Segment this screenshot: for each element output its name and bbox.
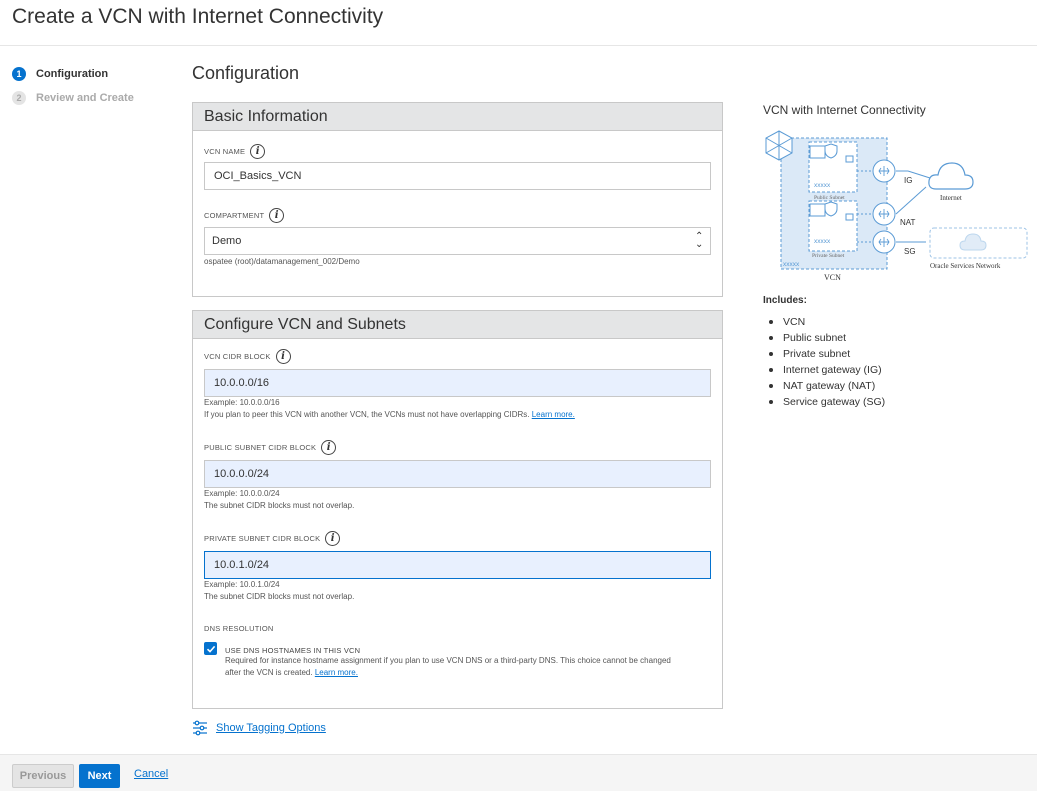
- label-text: COMPARTMENT: [204, 211, 265, 220]
- public-subnet-example: Example: 10.0.0.0/24: [204, 489, 280, 498]
- vcn-cidr-example: Example: 10.0.0.0/16: [204, 398, 280, 407]
- vcn-diagram: xxxxx Public Subnet xxxxx Private Subnet…: [765, 130, 1028, 282]
- list-item: NAT gateway (NAT): [769, 378, 885, 394]
- page-header: Create a VCN with Internet Connectivity: [0, 0, 1037, 46]
- public-subnet-help: The subnet CIDR blocks must not overlap.: [204, 501, 355, 510]
- dns-help-line-1: Required for instance hostname assignmen…: [225, 656, 671, 665]
- dns-help-line-2: after the VCN is created. Learn more.: [225, 668, 358, 677]
- nat-label: NAT: [900, 218, 916, 227]
- includes-title: Includes:: [763, 295, 807, 306]
- basic-information-panel: Basic Information VCN NAME i COMPARTMENT…: [192, 102, 723, 297]
- service-gateway-icon: [872, 230, 896, 254]
- ig-label: IG: [904, 176, 912, 185]
- dns-resolution-label: DNS RESOLUTION: [204, 624, 273, 633]
- internet-gateway-icon: [872, 159, 896, 183]
- info-icon[interactable]: i: [269, 208, 285, 223]
- panel-heading: Configure VCN and Subnets: [193, 311, 722, 339]
- checkmark-icon: [206, 645, 215, 653]
- shield-icon: [824, 143, 838, 159]
- label-text: VCN CIDR BLOCK: [204, 352, 271, 361]
- step-number: 1: [12, 67, 26, 81]
- dns-learn-more-link[interactable]: Learn more.: [315, 668, 358, 677]
- label-text: PUBLIC SUBNET CIDR BLOCK: [204, 443, 317, 452]
- vcn-name-label: VCN NAME i: [204, 144, 266, 159]
- sliders-icon: [193, 720, 207, 736]
- vcn-cidr-help: If you plan to peer this VCN with anothe…: [204, 410, 575, 419]
- private-subnet-caption: Private Subnet: [812, 253, 845, 259]
- includes-list: VCN Public subnet Private subnet Interne…: [769, 314, 885, 410]
- label-text: VCN NAME: [204, 147, 246, 156]
- lock-icon: [845, 155, 854, 163]
- list-item: VCN: [769, 314, 885, 330]
- previous-button[interactable]: Previous: [12, 764, 74, 788]
- vcn-caption: VCN: [824, 273, 841, 282]
- private-subnet-help: The subnet CIDR blocks must not overlap.: [204, 592, 355, 601]
- compartment-select[interactable]: Demo ⌃ ⌄: [204, 227, 711, 255]
- help-text: If you plan to peer this VCN with anothe…: [204, 410, 530, 419]
- configure-vcn-panel: Configure VCN and Subnets VCN CIDR BLOCK…: [192, 310, 723, 709]
- list-item: Private subnet: [769, 346, 885, 362]
- nat-gateway-icon: [872, 202, 896, 226]
- diagram-title: VCN with Internet Connectivity: [763, 103, 926, 117]
- next-button[interactable]: Next: [79, 764, 120, 788]
- network-icon: [765, 130, 793, 161]
- step-label: Configuration: [36, 68, 109, 80]
- sg-label: SG: [904, 247, 916, 256]
- info-icon[interactable]: i: [321, 440, 337, 455]
- private-subnet-cidr-input[interactable]: [204, 551, 711, 579]
- step-number: 2: [12, 91, 26, 105]
- step-label: Review and Create: [36, 92, 134, 104]
- section-title: Configuration: [192, 63, 300, 83]
- info-icon[interactable]: i: [325, 531, 341, 546]
- label-text: DNS RESOLUTION: [204, 624, 274, 633]
- public-subnet-cidr-label: PUBLIC SUBNET CIDR BLOCK i: [204, 440, 337, 455]
- compartment-value: Demo: [212, 235, 242, 247]
- info-icon[interactable]: i: [250, 144, 266, 159]
- public-subnet-cidr-input[interactable]: [204, 460, 711, 488]
- public-subnet-id: xxxxx: [814, 182, 831, 189]
- step-configuration[interactable]: 1 Configuration: [12, 62, 134, 86]
- panel-heading: Basic Information: [193, 103, 722, 131]
- table-icon: [809, 145, 826, 159]
- tagging-options[interactable]: Show Tagging Options: [192, 720, 326, 736]
- wizard-steps: 1 Configuration 2 Review and Create: [12, 62, 134, 110]
- help-text: after the VCN is created.: [225, 668, 313, 677]
- vcn-cidr-input[interactable]: [204, 369, 711, 397]
- private-subnet-id: xxxxx: [814, 238, 831, 245]
- vcn-name-input[interactable]: [204, 162, 711, 190]
- private-subnet-example: Example: 10.0.1.0/24: [204, 580, 280, 589]
- vcn-id: xxxxx: [783, 261, 800, 268]
- shield-icon: [824, 201, 838, 217]
- internet-cloud-icon: [928, 162, 974, 190]
- step-review-and-create[interactable]: 2 Review and Create: [12, 86, 134, 110]
- select-arrows-icon: ⌃ ⌄: [695, 231, 704, 250]
- page-title: Create a VCN with Internet Connectivity: [12, 5, 384, 28]
- table-icon: [809, 203, 826, 217]
- dns-hostnames-checkbox[interactable]: [204, 642, 217, 655]
- info-icon[interactable]: i: [275, 349, 291, 364]
- compartment-label: COMPARTMENT i: [204, 208, 285, 223]
- footer-bar: Previous Next Cancel: [0, 754, 1037, 791]
- oracle-services-caption: Oracle Services Network: [930, 262, 1001, 270]
- learn-more-link[interactable]: Learn more.: [532, 410, 575, 419]
- public-subnet-caption: Public Subnet: [814, 195, 845, 201]
- dns-checkbox-label: USE DNS HOSTNAMES IN THIS VCN: [225, 646, 361, 655]
- private-subnet-cidr-label: PRIVATE SUBNET CIDR BLOCK i: [204, 531, 341, 546]
- show-tagging-options-link[interactable]: Show Tagging Options: [216, 722, 326, 734]
- internet-caption: Internet: [940, 194, 962, 202]
- lock-icon: [845, 213, 854, 221]
- cancel-link[interactable]: Cancel: [134, 768, 168, 780]
- label-text: PRIVATE SUBNET CIDR BLOCK: [204, 534, 321, 543]
- list-item: Public subnet: [769, 330, 885, 346]
- list-item: Internet gateway (IG): [769, 362, 885, 378]
- compartment-path: ospatee (root)/datamanagement_002/Demo: [204, 257, 360, 266]
- list-item: Service gateway (SG): [769, 394, 885, 410]
- vcn-cidr-label: VCN CIDR BLOCK i: [204, 349, 291, 364]
